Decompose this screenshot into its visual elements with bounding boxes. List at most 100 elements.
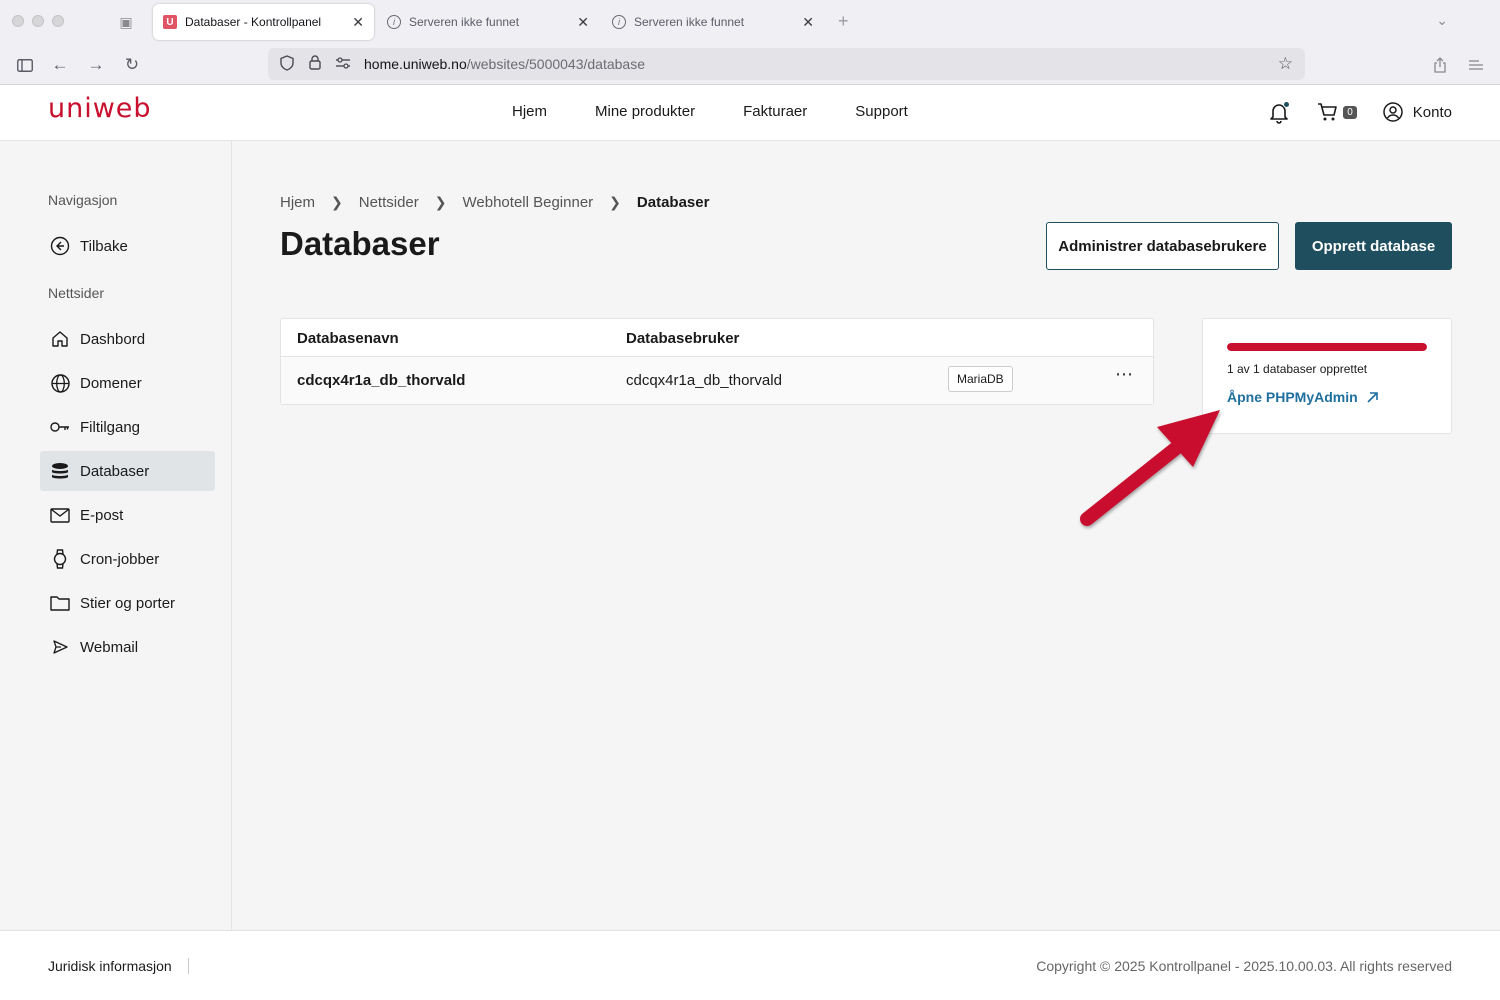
sidebar-heading-websites: Nettsider (48, 285, 105, 301)
browser-chrome: ▣ U Databaser - Kontrollpanel ✕ i Server… (0, 0, 1500, 85)
chevron-right-icon: ❯ (331, 194, 343, 210)
back-arrow-icon[interactable]: ← (49, 54, 71, 76)
address-bar[interactable]: home.uniweb.no/websites/5000043/database… (268, 48, 1305, 80)
url-text: home.uniweb.no/websites/5000043/database (364, 56, 645, 72)
breadcrumb-webhotell[interactable]: Webhotell Beginner (463, 194, 594, 211)
share-icon[interactable] (1429, 54, 1451, 76)
tab-title: Serveren ikke funnet (634, 15, 745, 29)
legal-info-link[interactable]: Juridisk informasjon (48, 958, 189, 974)
reader-menu-icon[interactable] (1465, 54, 1487, 76)
bookmark-star-icon[interactable]: ☆ (1278, 54, 1293, 74)
main-content: Hjem ❯ Nettsider ❯ Webhotell Beginner ❯ … (232, 141, 1500, 930)
usage-progress-bar (1227, 343, 1427, 351)
nav-mine-produkter[interactable]: Mine produkter (595, 103, 695, 120)
db-name-cell: cdcqx4r1a_db_thorvald (297, 372, 466, 389)
uniweb-favicon-icon: U (163, 15, 177, 29)
uniweb-logo[interactable]: uniweb (48, 93, 152, 124)
cart-count-badge: 0 (1343, 105, 1357, 119)
mail-icon (50, 505, 70, 525)
annotation-arrow (1080, 410, 1220, 526)
tab-databaser[interactable]: U Databaser - Kontrollpanel ✕ (153, 4, 374, 40)
breadcrumb-nettsider[interactable]: Nettsider (359, 194, 419, 211)
close-tab-icon[interactable]: ✕ (577, 14, 589, 31)
cart-icon (1318, 103, 1338, 121)
db-user-cell: cdcqx4r1a_db_thorvald (626, 372, 782, 389)
info-icon: i (387, 15, 401, 29)
close-tab-icon[interactable]: ✕ (352, 14, 364, 31)
sidebar-item-label: Stier og porter (80, 594, 176, 612)
close-window-button[interactable] (12, 15, 24, 27)
sidebar-item-dashboard[interactable]: Dashbord (40, 319, 215, 359)
sidebar-item-back[interactable]: Tilbake (40, 226, 215, 266)
column-header-db-user: Databasebruker (626, 330, 740, 347)
folder-icon (50, 593, 70, 613)
nav-hjem[interactable]: Hjem (512, 103, 547, 120)
external-link-icon (1367, 391, 1378, 403)
header-actions: 0 Konto (1269, 99, 1452, 125)
tab-title: Serveren ikke funnet (409, 15, 520, 29)
tab-overview-icon[interactable]: ▣ (116, 12, 136, 32)
window-controls (12, 15, 64, 27)
back-circle-icon (50, 236, 70, 256)
sidebar-item-label: Webmail (80, 638, 139, 656)
send-icon (50, 637, 70, 657)
reload-icon[interactable]: ↻ (121, 54, 143, 76)
sidebar-item-label: Filtilgang (80, 418, 141, 436)
sidebar-item-paths-ports[interactable]: Stier og porter (40, 583, 215, 623)
table-header: Databasenavn Databasebruker (281, 319, 1153, 357)
key-icon (50, 417, 70, 437)
notifications-bell-icon[interactable] (1269, 99, 1291, 125)
manage-db-users-button[interactable]: Administrer databasebrukere (1046, 222, 1279, 270)
sidebar-item-webmail[interactable]: Webmail (40, 627, 215, 667)
minimize-window-button[interactable] (32, 15, 44, 27)
permissions-icon[interactable] (334, 56, 352, 72)
nav-fakturaer[interactable]: Fakturaer (743, 103, 807, 120)
forward-arrow-icon[interactable]: → (85, 54, 107, 76)
globe-icon (50, 373, 70, 393)
sidebar-item-label: Tilbake (80, 237, 128, 255)
url-path: /websites/5000043/database (466, 56, 645, 72)
chevron-right-icon: ❯ (434, 194, 447, 210)
footer: Juridisk informasjon Copyright © 2025 Ko… (0, 930, 1500, 1000)
sidebar-item-cron-jobs[interactable]: Cron-jobber (40, 539, 215, 579)
nav-support[interactable]: Support (855, 103, 908, 120)
tab-server-not-found-1[interactable]: i Serveren ikke funnet ✕ (377, 4, 599, 40)
phpmyadmin-link-label: Åpne PHPMyAdmin (1227, 389, 1358, 405)
sidebar-item-domains[interactable]: Domener (40, 363, 215, 403)
shield-icon[interactable] (278, 54, 296, 74)
sidebar-item-label: E-post (80, 506, 124, 524)
table-row: cdcqx4r1a_db_thorvald cdcqx4r1a_db_thorv… (281, 357, 1153, 404)
more-options-icon[interactable]: ⋯ (1115, 364, 1134, 385)
maximize-window-button[interactable] (52, 15, 64, 27)
sidebar-item-label: Cron-jobber (80, 550, 160, 568)
open-phpmyadmin-link[interactable]: Åpne PHPMyAdmin (1227, 389, 1379, 405)
sidebar-item-file-access[interactable]: Filtilgang (40, 407, 215, 447)
usage-card: 1 av 1 databaser opprettet Åpne PHPMyAdm… (1202, 318, 1452, 434)
create-database-button[interactable]: Opprett database (1295, 222, 1452, 270)
url-host: home.uniweb.no (364, 56, 467, 72)
sidebar-item-label: Dashbord (80, 330, 146, 348)
breadcrumb: Hjem ❯ Nettsider ❯ Webhotell Beginner ❯ … (280, 194, 709, 211)
account-button[interactable]: Konto (1383, 102, 1452, 122)
tab-server-not-found-2[interactable]: i Serveren ikke funnet ✕ (602, 4, 824, 40)
tab-title: Databaser - Kontrollpanel (185, 15, 322, 29)
page-title: Databaser (280, 225, 440, 262)
close-tab-icon[interactable]: ✕ (802, 14, 814, 31)
info-icon: i (612, 15, 626, 29)
usage-progress-fill (1227, 343, 1427, 351)
new-tab-icon[interactable]: + (838, 11, 849, 32)
sidebar: Navigasjon Tilbake Nettsider Dashbord Do… (0, 141, 232, 930)
chevron-down-icon[interactable]: ⌄ (1436, 12, 1448, 29)
sidebar-toggle-icon[interactable] (14, 54, 36, 76)
home-icon (50, 329, 70, 349)
main-nav: Hjem Mine produkter Fakturaer Support (512, 103, 908, 120)
sidebar-item-databases[interactable]: Databaser (40, 451, 215, 491)
lock-icon[interactable] (306, 55, 324, 73)
cart-button[interactable]: 0 (1317, 102, 1357, 122)
breadcrumb-hjem[interactable]: Hjem (280, 194, 315, 211)
sidebar-item-email[interactable]: E-post (40, 495, 215, 535)
watch-icon (50, 549, 70, 569)
engine-badge: MariaDB (948, 366, 1013, 392)
usage-text: 1 av 1 databaser opprettet (1227, 362, 1368, 376)
database-icon (50, 461, 70, 481)
